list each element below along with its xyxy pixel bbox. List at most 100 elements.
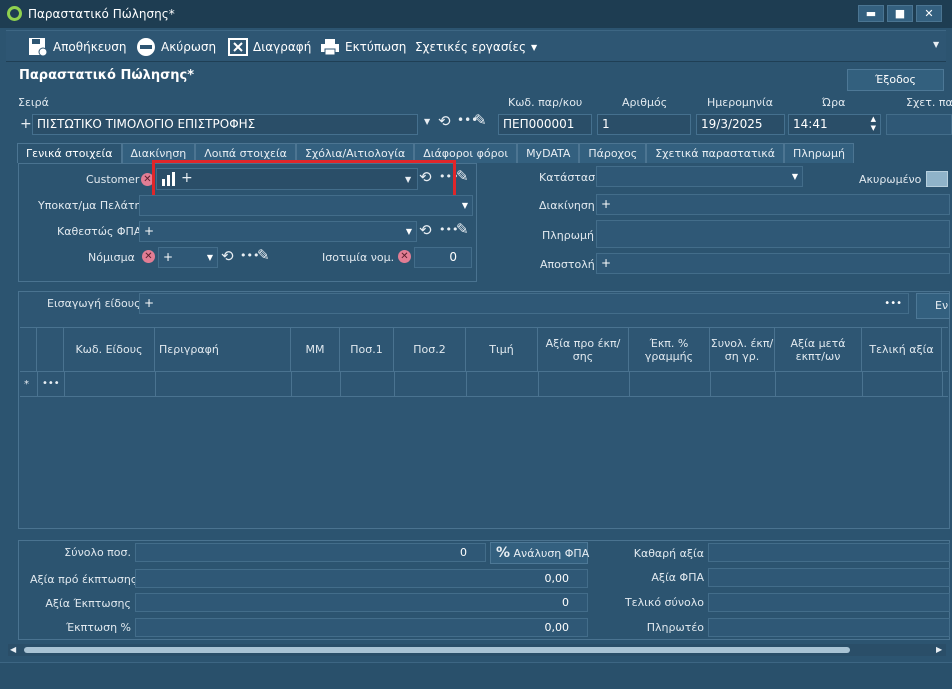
print-label: Εκτύπωση — [345, 40, 407, 54]
discount-value-field[interactable]: 0 — [135, 593, 588, 612]
clear-rate-icon[interactable]: ✕ — [398, 250, 411, 263]
refresh-vat-icon[interactable]: ⟲ — [419, 221, 432, 239]
tab-mydata[interactable]: MyDATA — [517, 143, 580, 163]
row-more-icon[interactable]: ••• — [42, 378, 60, 389]
before-discount-label: Αξία πρό έκπτωσης — [30, 573, 138, 586]
tab-provider[interactable]: Πάροχος — [579, 143, 647, 163]
currency-field[interactable]: + ▼ — [158, 247, 218, 268]
scroll-left-icon[interactable]: ◀ — [10, 645, 16, 654]
row-divider — [775, 372, 776, 397]
chevron-down-icon: ▼ — [531, 42, 538, 52]
code-field[interactable]: ΠΕΠ000001 — [498, 114, 592, 135]
add-item-field[interactable]: + ••• — [139, 293, 909, 314]
grid-col-qty2[interactable]: Ποσ.2 — [394, 327, 466, 372]
number-field[interactable]: 1 — [597, 114, 691, 135]
add-item-more-icon[interactable]: ••• — [884, 294, 902, 313]
qty-total-field: 0 — [135, 543, 486, 562]
grid-col-final[interactable]: Τελική αξία — [862, 327, 942, 372]
currency-label: Νόμισμα — [88, 251, 135, 264]
qty-total-label: Σύνολο ποσ. — [64, 546, 131, 559]
discount-pct-field[interactable]: 0,00 — [135, 618, 588, 637]
vat-analysis-button[interactable]: % Ανάλυση ΦΠΑ — [490, 542, 590, 564]
grid-col-price[interactable]: Τιμή — [466, 327, 538, 372]
status-field[interactable]: ▼ — [596, 166, 803, 187]
minimize-button[interactable]: ▬ — [858, 5, 884, 22]
refresh-currency-icon[interactable]: ⟲ — [221, 247, 234, 265]
discount-pct-label: Έκπτωση % — [65, 621, 131, 634]
print-button[interactable]: Εκτύπωση — [320, 37, 406, 57]
vat-analysis-label: Ανάλυση ΦΠΑ — [513, 547, 590, 560]
currency-edit-icon[interactable]: ✎ — [257, 246, 270, 264]
subcustomer-dropdown-icon[interactable]: ▼ — [462, 196, 468, 215]
grid-col-unit[interactable]: ΜΜ — [291, 327, 340, 372]
transport-field[interactable]: + — [596, 194, 950, 215]
date-label: Ημερομηνία — [707, 96, 774, 109]
date-field[interactable]: 19/3/2025 — [696, 114, 785, 135]
vat-edit-icon[interactable]: ✎ — [456, 220, 469, 238]
vat-value-field — [708, 568, 950, 587]
save-button[interactable]: Αποθήκευση — [28, 37, 126, 57]
rate-field[interactable]: 0 — [414, 247, 472, 268]
save-label: Αποθήκευση — [53, 40, 127, 54]
cancelled-checkbox[interactable] — [926, 171, 948, 187]
tab-general[interactable]: Γενικά στοιχεία — [17, 143, 122, 163]
grid-col-qty1[interactable]: Ποσ.1 — [340, 327, 394, 372]
toolbar-overflow-icon[interactable]: ▼ — [933, 40, 939, 49]
grid-col-value-after[interactable]: Αξία μετά εκπτ/ων — [775, 327, 862, 372]
cancelled-label: Ακυρωμένο — [859, 173, 922, 186]
edit-pencil-icon[interactable]: ✎ — [474, 111, 487, 129]
add-vat-icon[interactable]: + — [144, 224, 154, 238]
grid-col-total-disc[interactable]: Συνολ. έκπ/ση γρ. — [710, 327, 775, 372]
series-field[interactable]: ΠΙΣΤΩΤΙΚΟ ΤΙΜΟΛΟΓΙΟ ΕΠΙΣΤΡΟΦΗΣ — [32, 114, 418, 135]
close-button[interactable]: ✕ — [916, 5, 942, 22]
grid-col-description[interactable]: Περιγραφή — [155, 327, 291, 372]
before-discount-field[interactable]: 0,00 — [135, 569, 588, 588]
shipment-field[interactable]: + — [596, 253, 950, 274]
vat-status-field[interactable]: + ▼ — [139, 221, 417, 242]
right-button[interactable]: Εν — [916, 293, 950, 319]
add-item-icon[interactable]: + — [144, 296, 154, 310]
status-bar — [0, 662, 952, 689]
currency-dropdown-icon[interactable]: ▼ — [207, 248, 213, 267]
spin-icon[interactable]: ▲ ▼ — [871, 115, 876, 133]
tab-related-docs[interactable]: Σχετικά παραστατικά — [646, 143, 785, 163]
printer-icon — [321, 39, 339, 56]
clear-currency-icon[interactable]: ✕ — [142, 250, 155, 263]
payment-field[interactable] — [596, 220, 950, 248]
delete-button[interactable]: Διαγραφή — [228, 37, 311, 57]
time-field[interactable]: 14:41 ▲ ▼ — [788, 114, 881, 135]
row-divider — [37, 372, 38, 397]
related-tasks-label: Σχετικές εργασίες — [415, 40, 527, 54]
row-divider — [629, 372, 630, 397]
add-currency-icon[interactable]: + — [163, 250, 173, 264]
related-field[interactable] — [886, 114, 952, 135]
new-row-marker: * — [24, 379, 29, 390]
status-dropdown-icon[interactable]: ▼ — [792, 167, 798, 186]
vat-dropdown-icon[interactable]: ▼ — [406, 222, 412, 241]
grid-col-code[interactable]: Κωδ. Είδους — [64, 327, 155, 372]
related-tasks-menu[interactable]: Σχετικές εργασίες ▼ — [415, 37, 537, 57]
maximize-button[interactable]: ■ — [887, 5, 913, 22]
status-label: Κατάσταση — [539, 171, 603, 184]
refresh-icon[interactable]: ⟲ — [438, 112, 451, 130]
scroll-right-icon[interactable]: ▶ — [936, 645, 942, 654]
customer-edit-icon[interactable]: ✎ — [456, 167, 469, 185]
exit-button[interactable]: Έξοδος — [847, 69, 944, 91]
grid-col-value-before[interactable]: Αξία προ έκπ/σης — [538, 327, 629, 372]
cancel-button[interactable]: Ακύρωση — [136, 37, 216, 57]
grid-col-disc-pct[interactable]: Έκπ. % γραμμής — [629, 327, 710, 372]
net-value-field — [708, 543, 950, 562]
add-series-icon[interactable]: + — [20, 116, 32, 132]
number-label: Αριθμός — [622, 96, 668, 109]
tab-payment[interactable]: Πληρωμή — [784, 143, 854, 163]
add-transport-icon[interactable]: + — [601, 197, 611, 211]
scrollbar-thumb[interactable] — [24, 647, 850, 653]
add-item-label: Εισαγωγή είδους — [47, 297, 141, 310]
series-dropdown-icon[interactable]: ▼ — [424, 117, 430, 126]
related-label: Σχετ. πα — [906, 96, 952, 109]
percent-icon: % — [496, 545, 511, 561]
grid-new-row[interactable] — [20, 372, 948, 397]
subcustomer-field[interactable]: ▼ — [139, 195, 473, 216]
add-shipment-icon[interactable]: + — [601, 256, 611, 270]
rate-label: Ισοτιμία νομ. — [322, 251, 395, 264]
